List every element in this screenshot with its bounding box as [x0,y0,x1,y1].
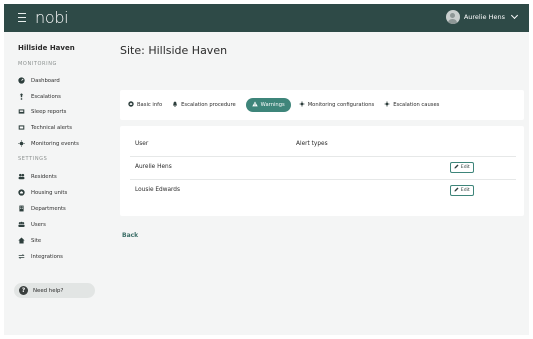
divider [130,156,516,157]
sidebar-item-label: Site [31,237,42,244]
tab-label: Warnings [260,102,285,108]
column-header-alert-types: Alert types [296,141,328,147]
device-icon [18,124,25,131]
bed-icon [18,108,25,115]
question-icon: ? [19,286,28,295]
column-header-user: User [135,141,149,147]
sidebar-item-label: Sleep reports [31,108,67,115]
housing-icon [18,189,25,196]
building-icon [18,205,25,212]
sidebar-item-label: Departments [31,205,66,212]
app-frame: nobi Aurelie Hens Hillside Haven MONITOR… [4,4,529,335]
info-icon [128,101,134,109]
residents-icon [18,173,25,180]
sidebar-item-sleep-reports[interactable]: Sleep reports [18,107,66,116]
tab-label: Basic info [137,102,163,108]
user-cell: Lousie Edwards [135,187,181,193]
tab-bar: Basic info Escalation procedure Warnings… [120,90,524,120]
sidebar-site-name: Hillside Haven [18,44,75,52]
edit-button[interactable]: Edit [450,162,474,173]
edit-label: Edit [460,165,470,170]
sidebar-item-technical-alerts[interactable]: Technical alerts [18,123,72,132]
page-title: Site: Hillside Haven [120,44,228,57]
integrations-icon [18,253,25,260]
sidebar-item-label: Residents [31,173,57,180]
sidebar-item-site[interactable]: Site [18,236,41,245]
warning-icon [251,101,258,109]
hamburger-menu-icon[interactable] [18,13,26,23]
pencil-icon [454,164,459,171]
tab-label: Monitoring configurations [307,102,375,108]
tab-escalation-procedure[interactable]: Escalation procedure [172,101,236,109]
tab-escalation-causes[interactable]: Escalation causes [384,101,439,109]
sidebar-item-departments[interactable]: Departments [18,204,66,213]
sidebar-item-label: Users [31,221,46,228]
tab-basic-info[interactable]: Basic info [128,101,162,109]
sidebar-item-label: Housing units [31,189,68,196]
sidebar-item-label: Escalations [31,93,61,100]
sidebar-item-escalations[interactable]: Escalations [18,92,61,101]
lamp-icon [18,140,25,147]
bell-icon [172,101,178,109]
divider [130,179,516,180]
tab-label: Escalation procedure [181,102,236,108]
sidebar-item-housing-units[interactable]: Housing units [18,188,67,197]
app-logo[interactable]: nobi [35,8,69,27]
lamp-icon [299,101,305,109]
sidebar-item-monitoring-events[interactable]: Monitoring events [18,139,79,148]
pencil-icon [454,187,459,194]
lamp-icon [384,101,390,109]
avatar [445,10,460,24]
warnings-table: User Alert types Aurelie Hens Edit Lousi… [120,126,524,216]
escalation-icon [18,93,25,100]
tab-monitoring-configurations[interactable]: Monitoring configurations [299,101,375,109]
user-cell: Aurelie Hens [135,164,172,170]
sidebar-item-label: Technical alerts [31,124,72,131]
sidebar-item-users[interactable]: Users [18,220,46,229]
tab-warnings[interactable]: Warnings [245,98,291,112]
edit-button[interactable]: Edit [450,185,474,196]
need-help-button[interactable]: ? Need help? [14,283,95,298]
sidebar-item-label: Dashboard [31,77,60,84]
home-icon [18,237,25,244]
top-bar: nobi Aurelie Hens [4,4,529,32]
sidebar: Hillside Haven MONITORING Dashboard Esca… [4,32,104,335]
settings-section-label: SETTINGS [18,156,48,162]
gauge-icon [18,77,25,84]
tab-label: Escalation causes [393,102,440,108]
need-help-label: Need help? [33,287,64,294]
back-link[interactable]: Back [122,232,138,239]
sidebar-item-label: Integrations [31,253,63,260]
sidebar-item-label: Monitoring events [31,140,79,147]
monitoring-section-label: MONITORING [18,61,58,67]
chevron-down-icon [510,11,519,20]
user-name: Aurelie Hens [463,13,505,21]
edit-label: Edit [460,188,470,193]
users-icon [18,221,25,228]
sidebar-item-residents[interactable]: Residents [18,172,57,181]
user-menu[interactable]: Aurelie Hens [445,10,519,24]
sidebar-item-integrations[interactable]: Integrations [18,252,63,261]
sidebar-item-dashboard[interactable]: Dashboard [18,76,60,85]
